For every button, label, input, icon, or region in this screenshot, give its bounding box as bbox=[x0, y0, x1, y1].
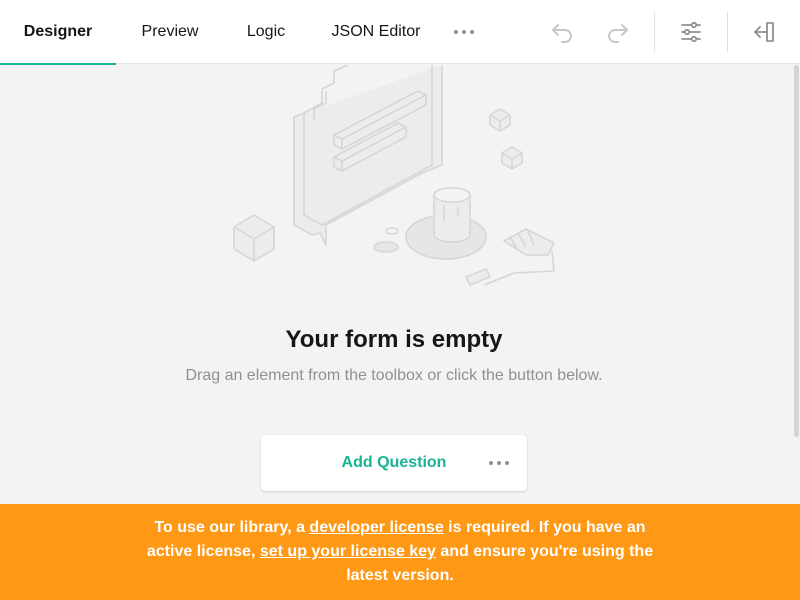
collapse-panel-icon bbox=[754, 22, 774, 42]
vertical-scrollbar[interactable] bbox=[794, 65, 799, 437]
add-question-button[interactable]: Add Question bbox=[261, 435, 487, 491]
empty-state-title: Your form is empty bbox=[285, 326, 503, 353]
redo-icon bbox=[608, 24, 628, 43]
ellipsis-icon bbox=[489, 461, 509, 465]
tab-designer[interactable]: Designer bbox=[0, 0, 116, 65]
tab-logic[interactable]: Logic bbox=[232, 0, 300, 64]
settings-button[interactable] bbox=[671, 12, 711, 52]
redo-button[interactable] bbox=[598, 12, 638, 52]
license-text: To use our library, a bbox=[154, 519, 310, 536]
toolbar-divider bbox=[654, 12, 655, 52]
license-notice-banner: To use our library, a developer license … bbox=[0, 504, 800, 600]
undo-button[interactable] bbox=[542, 12, 582, 52]
collapse-panel-button[interactable] bbox=[744, 12, 784, 52]
undo-icon bbox=[552, 24, 572, 43]
toolbar-divider bbox=[727, 12, 728, 52]
license-key-link[interactable]: set up your license key bbox=[260, 543, 436, 560]
empty-state-description: Drag an element from the toolbox or clic… bbox=[185, 367, 603, 384]
sliders-icon bbox=[681, 21, 701, 43]
top-toolbar: Designer Preview Logic JSON Editor bbox=[0, 0, 800, 65]
ellipsis-icon bbox=[454, 30, 474, 34]
tab-preview[interactable]: Preview bbox=[124, 0, 216, 64]
question-type-menu-button[interactable] bbox=[483, 447, 515, 479]
tabs-more-button[interactable] bbox=[448, 0, 480, 64]
add-question-card: Add Question bbox=[261, 435, 527, 491]
tab-json-editor[interactable]: JSON Editor bbox=[316, 0, 436, 64]
developer-license-link[interactable]: developer license bbox=[309, 519, 443, 536]
designer-canvas: Your form is empty Drag an element from … bbox=[0, 65, 800, 504]
empty-form-illustration-icon bbox=[233, 65, 555, 286]
